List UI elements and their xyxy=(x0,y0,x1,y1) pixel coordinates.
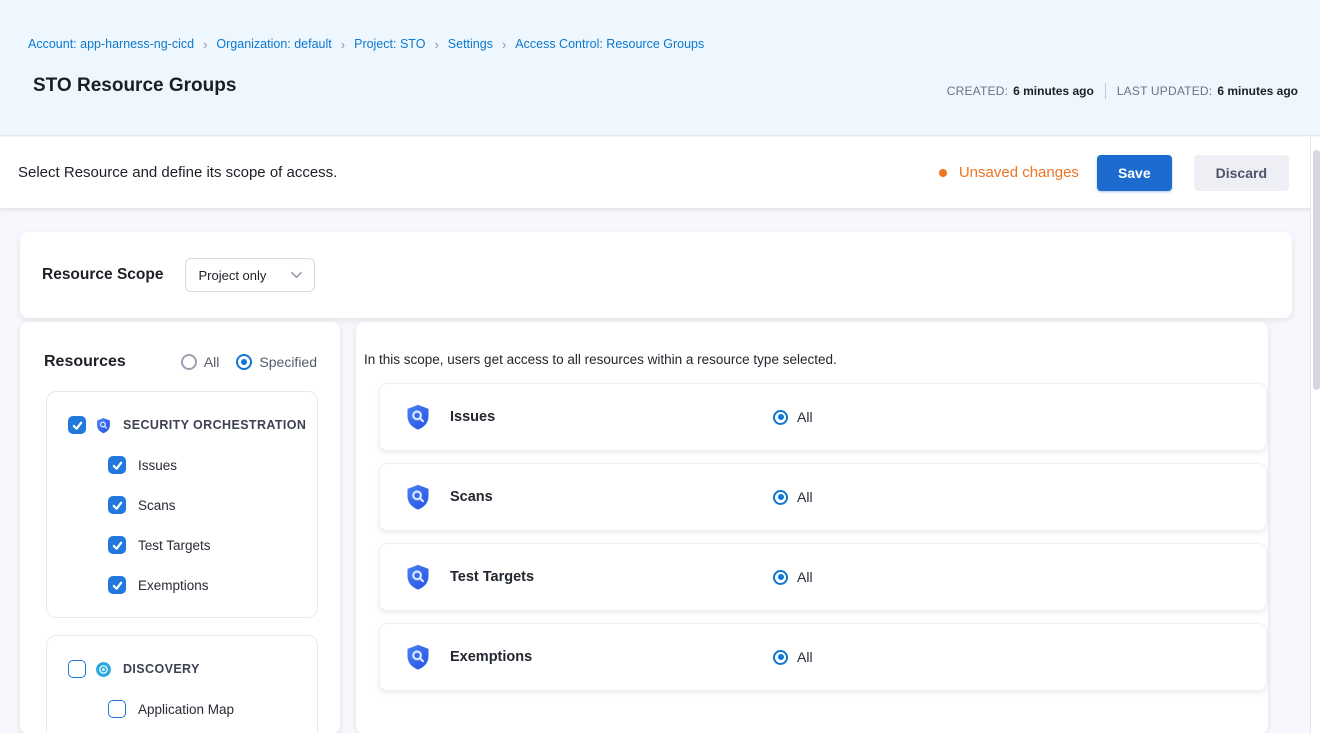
scope-detail-panel: In this scope, users get access to all r… xyxy=(356,322,1268,733)
resource-child-row: Test Targets xyxy=(108,536,307,554)
access-all-radio[interactable] xyxy=(773,570,788,585)
breadcrumb-separator-icon: › xyxy=(341,38,345,51)
child-label: Test Targets xyxy=(138,538,211,553)
page-title: STO Resource Groups xyxy=(33,75,236,97)
save-button[interactable]: Save xyxy=(1097,155,1172,191)
vertical-scrollbar-track[interactable] xyxy=(1310,137,1320,733)
last-updated-label: LAST UPDATED: xyxy=(1117,84,1213,98)
breadcrumb-link[interactable]: Organization: default xyxy=(216,37,331,51)
resource-child-row: Issues xyxy=(108,456,307,474)
resource-card: Scans All xyxy=(379,463,1267,531)
mode-radio-all[interactable]: All xyxy=(181,354,220,370)
resource-group-card: SECURITY ORCHESTRATION Issues Scans Test Ta… xyxy=(46,391,318,618)
toolbar-actions: Unsaved changes Save Discard xyxy=(939,155,1289,191)
child-checkbox[interactable] xyxy=(108,496,126,514)
breadcrumb-link[interactable]: Settings xyxy=(448,37,493,51)
scope-description: In this scope, users get access to all r… xyxy=(364,352,1268,367)
resource-child-row: Exemptions xyxy=(108,576,307,594)
child-checkbox[interactable] xyxy=(108,576,126,594)
resource-card: Test Targets All xyxy=(379,543,1267,611)
page-header: Account: app-harness-ng-cicd › Organizatio… xyxy=(0,0,1320,136)
chevron-down-icon xyxy=(291,271,302,279)
mode-radio-button[interactable] xyxy=(181,354,197,370)
resource-card: Exemptions All xyxy=(379,623,1267,691)
child-checkbox[interactable] xyxy=(108,456,126,474)
security-orchestration-shield-icon xyxy=(404,483,432,511)
resource-card-label: Exemptions xyxy=(450,649,773,665)
resource-access-radio-group: All xyxy=(773,489,813,505)
resource-child-row: Application Map xyxy=(108,700,307,718)
group-checkbox[interactable] xyxy=(68,660,86,678)
resource-child-row: Scans xyxy=(108,496,307,514)
unsaved-changes-text: Unsaved changes xyxy=(959,164,1079,181)
created-value: 6 minutes ago xyxy=(1013,84,1094,98)
resources-title: Resources xyxy=(44,353,126,371)
resource-scope-card: Resource Scope Project only xyxy=(20,232,1292,318)
scope-dropdown[interactable]: Project only xyxy=(185,258,315,292)
resource-groups-page: Account: app-harness-ng-cicd › Organizatio… xyxy=(0,0,1320,733)
discard-button[interactable]: Discard xyxy=(1194,155,1289,191)
resource-card: Issues All xyxy=(379,383,1267,451)
resources-panel: Resources All Specified SECURITY ORCHESTR… xyxy=(20,322,340,733)
group-children: Issues Scans Test Targets Exemptions xyxy=(68,456,307,594)
resource-card-label: Issues xyxy=(450,409,773,425)
resource-access-radio-group: All xyxy=(773,569,813,585)
resources-mode-radio-group: All Specified xyxy=(181,354,317,370)
security-orchestration-shield-icon xyxy=(404,643,432,671)
unsaved-changes-indicator: Unsaved changes xyxy=(939,164,1079,181)
child-label: Application Map xyxy=(138,702,234,717)
child-checkbox[interactable] xyxy=(108,700,126,718)
vertical-scrollbar-thumb[interactable] xyxy=(1313,150,1320,390)
resource-group-header: DISCOVERY xyxy=(68,660,307,678)
resource-card-label: Scans xyxy=(450,489,773,505)
security-orchestration-shield-icon xyxy=(95,417,112,434)
created-label: CREATED: xyxy=(947,84,1008,98)
action-toolbar: Select Resource and define its scope of … xyxy=(0,137,1310,208)
meta-divider xyxy=(1105,83,1106,99)
resources-panel-header: Resources All Specified xyxy=(20,322,340,371)
access-all-radio[interactable] xyxy=(773,490,788,505)
resource-type-cards: IssuesAllScansAllTest TargetsAllExemptio… xyxy=(379,383,1268,691)
security-orchestration-shield-icon xyxy=(404,563,432,591)
child-label: Exemptions xyxy=(138,578,209,593)
group-checkbox[interactable] xyxy=(68,416,86,434)
access-all-label: All xyxy=(797,489,813,505)
last-updated-value: 6 minutes ago xyxy=(1217,84,1298,98)
breadcrumb-link[interactable]: Access Control: Resource Groups xyxy=(515,37,704,51)
header-meta: CREATED: 6 minutes ago LAST UPDATED: 6 m… xyxy=(947,83,1298,99)
resource-group-card: DISCOVERY Application Map xyxy=(46,635,318,733)
breadcrumb-separator-icon: › xyxy=(434,38,438,51)
resource-access-radio-group: All xyxy=(773,409,813,425)
breadcrumb-link[interactable]: Project: STO xyxy=(354,37,425,51)
scope-dropdown-value: Project only xyxy=(198,268,266,283)
resource-access-radio-group: All xyxy=(773,649,813,665)
group-children: Application Map xyxy=(68,700,307,718)
resource-group-tree: SECURITY ORCHESTRATION Issues Scans Test Ta… xyxy=(20,371,340,733)
toolbar-description: Select Resource and define its scope of … xyxy=(18,164,337,181)
resource-group-header: SECURITY ORCHESTRATION xyxy=(68,416,307,434)
mode-radio-specified[interactable]: Specified xyxy=(236,354,317,370)
mode-radio-label: All xyxy=(204,354,220,370)
resource-scope-label: Resource Scope xyxy=(42,266,163,284)
resource-card-label: Test Targets xyxy=(450,569,773,585)
discovery-radar-icon xyxy=(95,661,112,678)
mode-radio-button[interactable] xyxy=(236,354,252,370)
child-label: Issues xyxy=(138,458,177,473)
group-label: SECURITY ORCHESTRATION xyxy=(123,418,306,432)
group-label: DISCOVERY xyxy=(123,662,200,676)
access-all-radio[interactable] xyxy=(773,650,788,665)
breadcrumb-separator-icon: › xyxy=(203,38,207,51)
access-all-label: All xyxy=(797,569,813,585)
breadcrumb: Account: app-harness-ng-cicd › Organizatio… xyxy=(28,37,704,51)
access-all-radio[interactable] xyxy=(773,410,788,425)
access-all-label: All xyxy=(797,649,813,665)
mode-radio-label: Specified xyxy=(259,354,317,370)
breadcrumb-separator-icon: › xyxy=(502,38,506,51)
unsaved-dot-icon xyxy=(939,169,947,177)
child-checkbox[interactable] xyxy=(108,536,126,554)
security-orchestration-shield-icon xyxy=(404,403,432,431)
access-all-label: All xyxy=(797,409,813,425)
child-label: Scans xyxy=(138,498,176,513)
breadcrumb-link[interactable]: Account: app-harness-ng-cicd xyxy=(28,37,194,51)
